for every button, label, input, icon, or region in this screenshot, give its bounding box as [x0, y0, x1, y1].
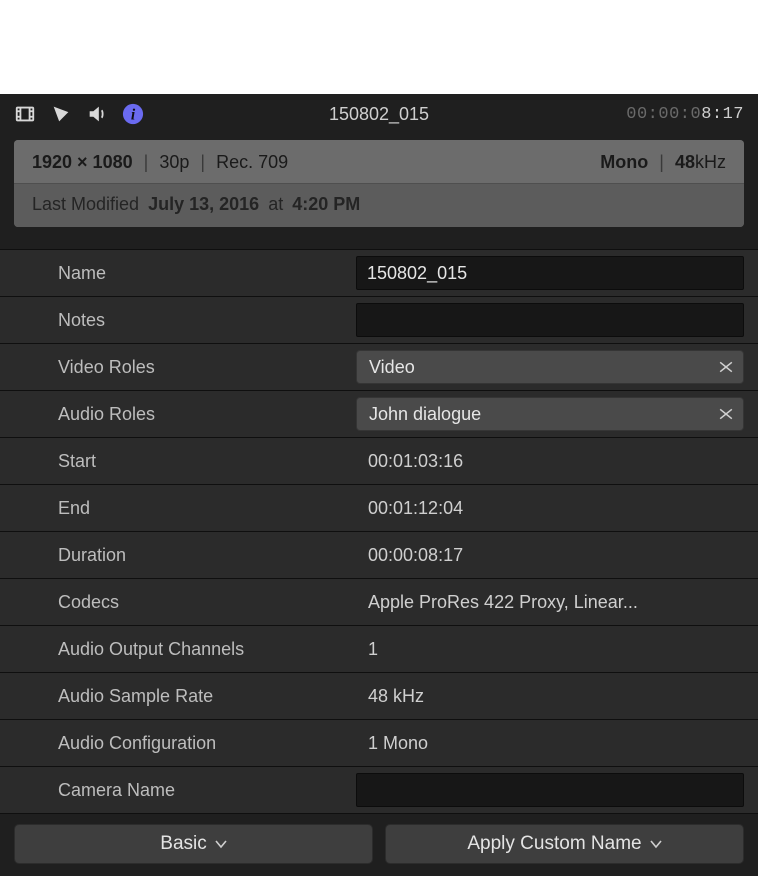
apply-custom-name-label: Apply Custom Name	[467, 833, 641, 855]
color-inspector-icon[interactable]	[50, 103, 72, 125]
select-audio-roles[interactable]: John dialogue	[356, 397, 744, 431]
label-codecs: Codecs	[14, 592, 356, 613]
value-codecs: Apple ProRes 422 Proxy, Linear...	[356, 592, 744, 613]
row-video-roles: Video Roles Video	[0, 344, 758, 391]
timecode-bright: 8:17	[701, 105, 744, 124]
input-notes[interactable]	[356, 303, 744, 337]
label-end: End	[14, 498, 356, 519]
summary-audio-format: Mono | 48kHz	[600, 152, 726, 173]
summary-audio-mode: Mono	[600, 152, 648, 172]
row-name: Name	[0, 250, 758, 297]
value-start: 00:01:03:16	[356, 451, 744, 472]
summary-colorspace: Rec. 709	[216, 152, 288, 172]
chevron-down-icon	[719, 407, 733, 421]
row-audio-roles: Audio Roles John dialogue	[0, 391, 758, 438]
label-duration: Duration	[14, 545, 356, 566]
timecode-display: 00:00:08:17	[626, 105, 744, 124]
value-audio-output-channels: 1	[356, 639, 744, 660]
select-video-roles-value: Video	[369, 357, 415, 378]
chevron-down-icon	[215, 838, 227, 850]
property-list: Name Notes Video Roles Video Audio Roles	[0, 249, 758, 814]
row-duration: Duration 00:00:08:17	[0, 532, 758, 579]
chevron-down-icon	[719, 360, 733, 374]
inspector-tabbar: i 150802_015 00:00:08:17	[0, 94, 758, 134]
row-start: Start 00:01:03:16	[0, 438, 758, 485]
row-end: End 00:01:12:04	[0, 485, 758, 532]
info-inspector-panel: i 150802_015 00:00:08:17 1920 × 1080 | 3…	[0, 94, 758, 876]
inspector-bottombar: Basic Apply Custom Name	[0, 814, 758, 876]
row-camera-name: Camera Name	[0, 767, 758, 814]
metadata-view-button[interactable]: Basic	[14, 824, 373, 864]
value-audio-sample-rate: 48 kHz	[356, 686, 744, 707]
label-notes: Notes	[14, 310, 356, 331]
row-notes: Notes	[0, 297, 758, 344]
clip-title: 150802_015	[329, 104, 429, 125]
row-audio-output-channels: Audio Output Channels 1	[0, 626, 758, 673]
label-audio-output-channels: Audio Output Channels	[14, 639, 356, 660]
clip-summary: 1920 × 1080 | 30p | Rec. 709 Mono | 48kH…	[14, 140, 744, 227]
label-video-roles: Video Roles	[14, 357, 356, 378]
row-audio-configuration: Audio Configuration 1 Mono	[0, 720, 758, 767]
value-audio-configuration: 1 Mono	[356, 733, 744, 754]
chevron-down-icon	[650, 838, 662, 850]
info-inspector-icon[interactable]: i	[122, 103, 144, 125]
summary-format-row: 1920 × 1080 | 30p | Rec. 709 Mono | 48kH…	[14, 140, 744, 183]
summary-modified-at: at	[268, 194, 283, 214]
video-inspector-icon[interactable]	[14, 103, 36, 125]
summary-modified-time: 4:20 PM	[292, 194, 360, 214]
summary-modified-date: July 13, 2016	[148, 194, 259, 214]
label-start: Start	[14, 451, 356, 472]
row-audio-sample-rate: Audio Sample Rate 48 kHz	[0, 673, 758, 720]
svg-text:i: i	[131, 107, 136, 124]
apply-custom-name-button[interactable]: Apply Custom Name	[385, 824, 744, 864]
summary-audio-rate-unit: kHz	[695, 152, 726, 172]
value-end: 00:01:12:04	[356, 498, 744, 519]
label-name: Name	[14, 263, 356, 284]
select-video-roles[interactable]: Video	[356, 350, 744, 384]
summary-video-format: 1920 × 1080 | 30p | Rec. 709	[32, 152, 288, 173]
label-audio-configuration: Audio Configuration	[14, 733, 356, 754]
summary-modified-row: Last Modified July 13, 2016 at 4:20 PM	[14, 183, 744, 227]
input-camera-name[interactable]	[356, 773, 744, 807]
summary-resolution: 1920 × 1080	[32, 152, 133, 172]
label-audio-roles: Audio Roles	[14, 404, 356, 425]
summary-framerate: 30p	[159, 152, 189, 172]
row-codecs: Codecs Apple ProRes 422 Proxy, Linear...	[0, 579, 758, 626]
label-camera-name: Camera Name	[14, 780, 356, 801]
timecode-dim: 00:00:0	[626, 105, 701, 124]
summary-modified-label: Last Modified	[32, 194, 139, 214]
summary-audio-rate-value: 48	[675, 152, 695, 172]
value-duration: 00:00:08:17	[356, 545, 744, 566]
select-audio-roles-value: John dialogue	[369, 404, 481, 425]
label-audio-sample-rate: Audio Sample Rate	[14, 686, 356, 707]
audio-inspector-icon[interactable]	[86, 103, 108, 125]
input-name[interactable]	[356, 256, 744, 290]
metadata-view-label: Basic	[160, 833, 206, 855]
